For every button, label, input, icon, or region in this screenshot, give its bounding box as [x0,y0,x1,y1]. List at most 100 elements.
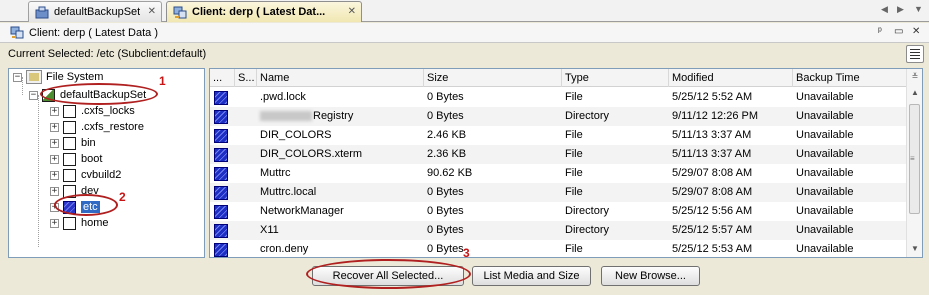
close-icon[interactable]: ✕ [912,26,920,37]
expand-icon[interactable]: + [50,154,59,164]
tab-next-icon[interactable]: ▶ [897,4,904,15]
table-row[interactable]: .pwd.lock 0 Bytes File 5/25/12 5:52 AM Unava… [210,88,907,107]
row-checkbox[interactable] [214,148,228,162]
pin-icon[interactable]: ᵖ [878,26,882,37]
row-checkbox[interactable] [214,167,228,181]
column-header-name[interactable]: Name [257,69,424,87]
tab-client-derp[interactable]: Client: derp ( Latest Dat... ✕ [166,1,362,22]
panel-title: Client: derp ( Latest Data ) [29,26,159,39]
restore-icon[interactable]: ▭ [894,26,903,37]
tree-checkbox[interactable] [63,168,76,182]
column-header-size[interactable]: Size [424,69,562,87]
collapse-icon[interactable]: − [13,72,22,82]
cell-text: 0 Bytes [427,243,464,255]
scroll-up-icon[interactable]: ▲ [907,85,922,101]
row-checkbox[interactable] [214,243,228,257]
tree-item-cvbuild2[interactable]: + cvbuild2 [50,167,121,183]
annotation-number-3: 3 [463,246,470,260]
cell-name: .pwd.lock [257,88,424,107]
table-row[interactable]: Registry 0 Bytes Directory 9/11/12 12:26 PM… [210,107,907,126]
collapse-columns-icon[interactable]: ≚ [907,69,922,85]
cell-type: File [562,240,669,257]
tree-item-bin[interactable]: + bin [50,135,96,151]
row-checkbox[interactable] [214,224,228,238]
cell-name: Muttrc.local [257,183,424,202]
cell-text: File [565,186,583,198]
expand-icon[interactable]: + [50,122,59,132]
tree-item-cxfs-locks[interactable]: + .cxfs_locks [50,103,135,119]
cell-text: Unavailable [796,224,854,236]
tree-item-cxfs-restore[interactable]: + .cxfs_restore [50,119,144,135]
tree-checkbox[interactable] [63,152,76,166]
collapse-icon[interactable]: − [29,90,38,100]
tree-item-home[interactable]: + home [50,215,109,231]
tab-menu-icon[interactable]: ▼ [914,4,923,14]
table-row[interactable]: Muttrc 90.62 KB File 5/29/07 8:08 AM Unavail… [210,164,907,183]
cell-text: 0 Bytes [427,224,464,236]
close-icon[interactable]: ✕ [148,6,156,17]
table-row[interactable]: X11 0 Bytes Directory 5/25/12 5:57 AM Unavai… [210,221,907,240]
tree-item-boot[interactable]: + boot [50,151,102,167]
cell-modified: 5/29/07 8:08 AM [669,183,793,202]
table-row[interactable]: Muttrc.local 0 Bytes File 5/29/07 8:08 AM Un… [210,183,907,202]
tree-checkbox[interactable] [63,136,76,150]
cell-modified: 9/11/12 12:26 PM [669,107,793,126]
tab-default-backupset[interactable]: defaultBackupSet ✕ [28,1,162,22]
column-header-type[interactable]: Type [562,69,669,87]
scroll-down-icon[interactable]: ▼ [907,241,922,257]
list-media-and-size-button[interactable]: List Media and Size [472,266,591,286]
table-row[interactable]: cron.deny 0 Bytes File 5/25/12 5:53 AM Unava… [210,240,907,257]
cell-backup: Unavailable [793,240,907,257]
vertical-scrollbar[interactable]: ≚ ▲ ≡ ▼ [906,69,922,257]
cell-text: Unavailable [796,91,854,103]
row-checkbox[interactable] [214,205,228,219]
column-header-backup-time[interactable]: Backup Time [793,69,907,87]
cell-text: Muttrc.local [260,186,317,198]
cell-type: Directory [562,107,669,126]
cell-name: Muttrc [257,164,424,183]
column-header-status[interactable]: S... [235,69,257,87]
expand-icon[interactable]: + [50,106,59,116]
expand-icon[interactable]: + [50,186,59,196]
cell-modified: 5/29/07 8:08 AM [669,164,793,183]
row-checkbox[interactable] [214,110,228,124]
tree-item-label: .cxfs_locks [81,105,135,117]
annotation-ellipse-3 [306,259,471,289]
table-row[interactable]: NetworkManager 0 Bytes Directory 5/25/12 5:… [210,202,907,221]
table-row[interactable]: DIR_COLORS 2.46 KB File 5/11/13 3:37 AM Unav… [210,126,907,145]
cell-text: Unavailable [796,110,854,122]
tree-item-label: .cxfs_restore [81,121,144,133]
cell-name: NetworkManager [257,202,424,221]
cell-text: File [565,148,583,160]
annotation-ellipse-2 [54,194,118,216]
new-browse-button[interactable]: New Browse... [601,266,700,286]
row-checkbox[interactable] [214,91,228,105]
cell-size: 0 Bytes [424,107,562,126]
column-header-select[interactable]: ... [210,69,235,87]
cell-modified: 5/25/12 5:53 AM [669,240,793,257]
cell-text: 5/25/12 5:57 AM [672,224,753,236]
cell-text: 5/29/07 8:08 AM [672,186,753,198]
details-toggle-button[interactable] [906,45,924,63]
cell-text: 5/11/13 3:37 AM [672,148,752,160]
cell-text: File [565,243,583,255]
cell-backup: Unavailable [793,145,907,164]
tab-prev-icon[interactable]: ◀ [881,4,888,15]
grip-icon: ≡ [910,154,915,163]
row-checkbox[interactable] [214,129,228,143]
cell-text: 5/25/12 5:53 AM [672,243,753,255]
tree-checkbox[interactable] [63,104,76,118]
column-header-modified[interactable]: Modified [669,69,793,87]
close-icon[interactable]: ✕ [348,6,356,17]
cell-name: DIR_COLORS.xterm [257,145,424,164]
table-row[interactable]: DIR_COLORS.xterm 2.36 KB File 5/11/13 3:37 … [210,145,907,164]
expand-icon[interactable]: + [50,138,59,148]
expand-icon[interactable]: + [50,218,59,228]
cell-backup: Unavailable [793,126,907,145]
cell-text: Unavailable [796,205,854,217]
cell-backup: Unavailable [793,107,907,126]
row-checkbox[interactable] [214,186,228,200]
tree-checkbox[interactable] [63,120,76,134]
tree-checkbox[interactable] [63,216,76,230]
expand-icon[interactable]: + [50,170,59,180]
